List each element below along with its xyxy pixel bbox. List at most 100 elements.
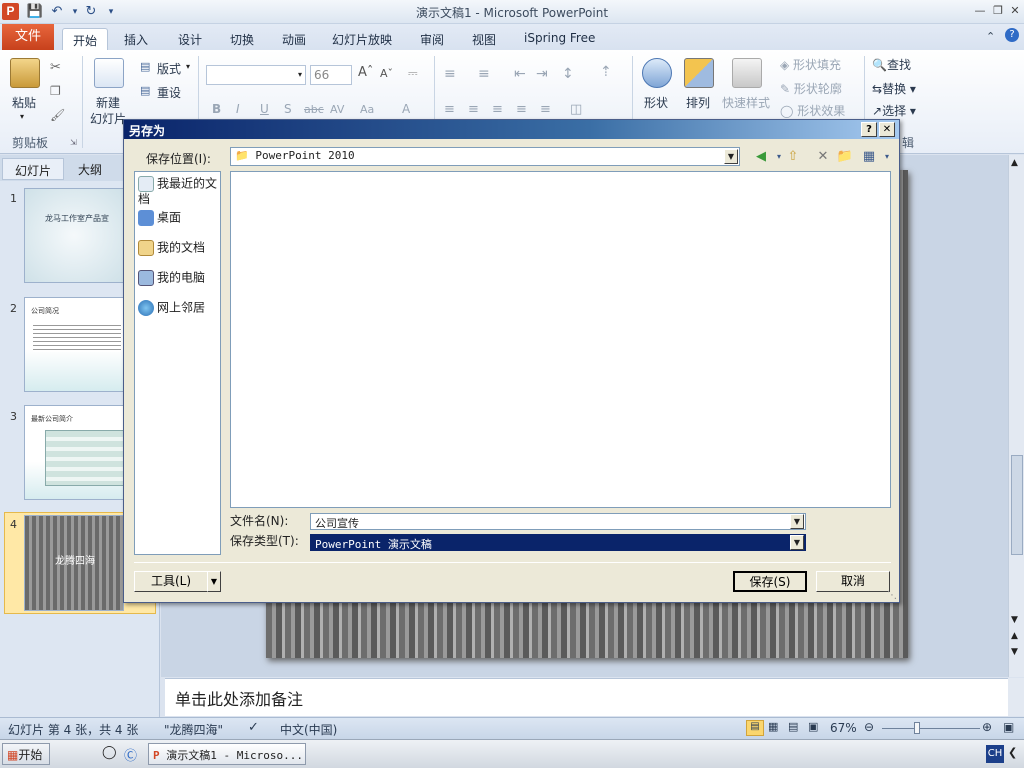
input-method-indicator[interactable]: CH: [986, 745, 1004, 763]
format-painter-icon[interactable]: 🖌: [50, 108, 65, 122]
paste-dropdown-icon[interactable]: ▾: [20, 112, 24, 121]
notes-scrollbar[interactable]: [1008, 678, 1024, 716]
justify-icon[interactable]: ≡: [516, 102, 527, 117]
shrink-font-icon[interactable]: Aˇ: [380, 67, 393, 80]
tab-transitions[interactable]: 切换: [220, 28, 264, 50]
font-size-combo[interactable]: 66: [310, 65, 352, 85]
tab-slideshow[interactable]: 幻灯片放映: [322, 28, 402, 50]
cut-icon[interactable]: ✂: [50, 60, 61, 75]
delete-icon[interactable]: ✕: [814, 148, 832, 166]
reset-icon[interactable]: ▤: [140, 84, 150, 97]
up-folder-icon[interactable]: ⇧: [784, 148, 802, 166]
filetype-select[interactable]: PowerPoint 演示文稿: [310, 534, 806, 551]
shapes-icon[interactable]: [642, 58, 672, 88]
replace-button[interactable]: ⇆替换 ▾: [872, 80, 916, 97]
previous-slide-icon[interactable]: ▲: [1011, 631, 1018, 641]
layout-dropdown-icon[interactable]: ▾: [186, 62, 190, 71]
tools-button[interactable]: 工具(L): [134, 571, 208, 592]
tab-home[interactable]: 开始: [62, 28, 109, 50]
clipboard-launcher-icon[interactable]: ⇲: [70, 138, 77, 147]
reading-view-icon[interactable]: ▤: [788, 720, 798, 733]
numbering-icon[interactable]: ≡: [478, 66, 490, 82]
tab-animations[interactable]: 动画: [272, 28, 316, 50]
slide-thumbnail-4[interactable]: 龙腾四海: [24, 515, 124, 611]
scroll-up-icon[interactable]: ▲: [1011, 158, 1018, 168]
place-my-computer[interactable]: 我的电脑: [138, 270, 220, 286]
place-network[interactable]: 网上邻居: [138, 300, 220, 316]
filename-input[interactable]: 公司宣传: [310, 513, 806, 530]
font-name-combo[interactable]: [206, 65, 306, 85]
clear-format-icon[interactable]: ⎓: [408, 66, 418, 81]
save-button[interactable]: 保存(S): [733, 571, 807, 592]
tab-file[interactable]: 文件: [2, 24, 54, 50]
cancel-button[interactable]: 取消: [816, 571, 890, 592]
theme-name[interactable]: "龙腾四海": [164, 721, 223, 738]
zoom-slider-track[interactable]: [882, 728, 980, 729]
new-slide-label-1[interactable]: 新建: [96, 94, 120, 111]
arrange-button[interactable]: 排列: [686, 94, 710, 111]
character-spacing-button[interactable]: AV: [330, 103, 344, 116]
align-right-icon[interactable]: ≡: [492, 102, 503, 117]
place-desktop[interactable]: 桌面: [138, 210, 220, 226]
dialog-help-button[interactable]: ?: [861, 122, 877, 137]
tab-insert[interactable]: 插入: [114, 28, 158, 50]
notes-pane[interactable]: 单击此处添加备注: [165, 678, 1008, 716]
start-button[interactable]: ▦开始: [2, 743, 50, 765]
dialog-close-button[interactable]: ✕: [879, 122, 895, 137]
slide-thumbnail-3[interactable]: 最新公司简介: [24, 405, 124, 500]
tab-view[interactable]: 视图: [462, 28, 506, 50]
change-case-button[interactable]: Aa: [360, 103, 374, 116]
tab-review[interactable]: 审阅: [410, 28, 454, 50]
font-name-dropdown-icon[interactable]: ▾: [298, 70, 302, 79]
new-folder-icon[interactable]: 📁: [836, 148, 854, 166]
decrease-indent-icon[interactable]: ⇤: [514, 66, 526, 82]
minimize-icon[interactable]: —: [972, 3, 988, 19]
taskbar-powerpoint-item[interactable]: P 演示文稿1 - Microso...: [148, 743, 306, 765]
line-spacing-icon[interactable]: ↕: [562, 66, 574, 82]
copy-icon[interactable]: ❐: [50, 84, 61, 98]
language-indicator[interactable]: 中文(中国): [280, 721, 337, 738]
quick-styles-button[interactable]: 快速样式: [722, 94, 770, 111]
tab-outline[interactable]: 大纲: [66, 158, 114, 180]
new-slide-icon[interactable]: [94, 58, 124, 88]
save-in-combo[interactable]: 📁 PowerPoint 2010: [230, 147, 740, 166]
back-icon[interactable]: ◀: [752, 148, 770, 166]
reset-button[interactable]: 重设: [157, 84, 181, 101]
tab-slides[interactable]: 幻灯片: [2, 158, 65, 180]
quick-launch-icon[interactable]: ◯: [102, 745, 117, 760]
tools-dropdown-icon[interactable]: ▼: [207, 571, 221, 592]
underline-button[interactable]: U: [260, 102, 269, 116]
zoom-in-icon[interactable]: ⊕: [982, 720, 992, 734]
save-in-dropdown-icon[interactable]: ▼: [724, 149, 738, 164]
bold-button[interactable]: B: [212, 102, 221, 116]
slide-sorter-icon[interactable]: ▦: [768, 720, 778, 733]
tab-design[interactable]: 设计: [168, 28, 212, 50]
arrange-icon[interactable]: [684, 58, 714, 88]
filename-dropdown-icon[interactable]: ▼: [790, 514, 804, 529]
place-my-documents[interactable]: 我的文档: [138, 240, 220, 256]
shape-fill-button[interactable]: ◈ 形状填充: [780, 56, 841, 73]
shape-outline-button[interactable]: ✎ 形状轮廓: [780, 80, 842, 97]
select-button[interactable]: ↗选择 ▾: [872, 102, 916, 119]
text-direction-icon[interactable]: ⇡: [600, 64, 612, 80]
align-left-icon[interactable]: ≡: [444, 102, 455, 117]
paste-icon[interactable]: [10, 58, 40, 88]
scroll-down-icon[interactable]: ▼: [1011, 615, 1018, 625]
place-recent-documents[interactable]: 我最近的文档: [138, 176, 220, 206]
increase-indent-icon[interactable]: ⇥: [536, 66, 548, 82]
quick-styles-icon[interactable]: [732, 58, 762, 88]
close-window-icon[interactable]: ✕: [1007, 3, 1023, 19]
tray-expand-icon[interactable]: ❮: [1008, 746, 1017, 759]
views-icon[interactable]: ▦: [860, 148, 878, 166]
views-dropdown-icon[interactable]: ▾: [878, 148, 896, 166]
bullets-icon[interactable]: ≡: [444, 66, 456, 82]
browser-icon[interactable]: Ⓒ: [124, 745, 137, 764]
distributed-icon[interactable]: ≡: [540, 102, 551, 117]
zoom-out-icon[interactable]: ⊖: [864, 720, 874, 734]
shadow-button[interactable]: S: [284, 102, 292, 116]
slideshow-icon[interactable]: ▣: [808, 720, 818, 733]
help-icon[interactable]: ?: [1005, 28, 1019, 42]
layout-icon[interactable]: ▤: [140, 60, 150, 73]
tab-ispring[interactable]: iSpring Free: [514, 28, 605, 50]
strikethrough-button[interactable]: abc: [304, 103, 324, 116]
